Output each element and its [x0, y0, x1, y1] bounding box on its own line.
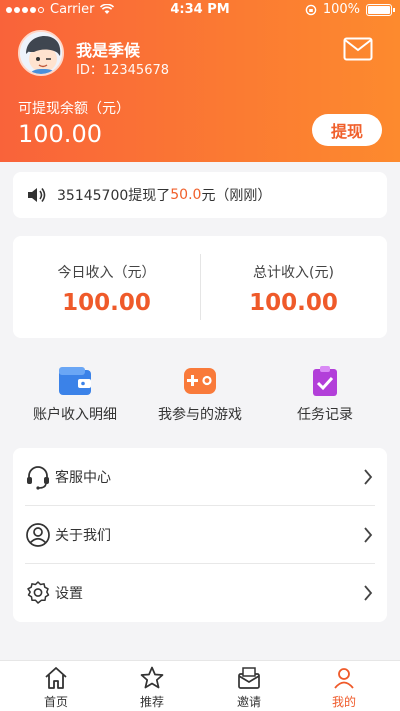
clipboard-check-icon [313, 366, 337, 396]
notice-amount: 50.0 [170, 187, 202, 203]
speaker-icon [28, 188, 46, 202]
chevron-right-icon [364, 585, 373, 601]
chevron-right-icon [364, 469, 373, 485]
withdraw-notice: 35145700提现了 50.0 元（刚刚） [13, 172, 387, 218]
envelope-icon [238, 667, 260, 689]
user-name: 我是季候 [76, 41, 141, 60]
tab-invite[interactable]: 邀请 [199, 665, 299, 710]
status-bar: Carrier 4:34 PM 100% [0, 0, 400, 20]
feature-income-details[interactable]: 账户收入明细 [13, 360, 137, 424]
today-income-value: 100.00 [62, 290, 151, 316]
tab-profile[interactable]: 我的 [294, 665, 394, 710]
profile-header: Carrier 4:34 PM 100% 我是季候 ID：12345678 可提… [0, 0, 400, 162]
notice-prefix: 35145700提现了 [57, 188, 171, 204]
income-card: 今日收入（元） 100.00 总计收入(元) 100.00 [13, 236, 387, 338]
notice-suffix: 元（刚刚） [201, 188, 272, 204]
user-icon [26, 523, 50, 547]
profile-icon [334, 668, 354, 689]
home-icon [45, 667, 67, 689]
tab-home[interactable]: 首页 [6, 665, 106, 710]
avatar[interactable] [18, 30, 64, 76]
balance-label: 可提现余额（元） [18, 101, 130, 117]
feature-label: 账户收入明细 [33, 407, 117, 423]
tab-label: 邀请 [236, 695, 261, 709]
tab-recommend[interactable]: 推荐 [102, 665, 202, 710]
tab-label: 首页 [43, 695, 68, 709]
menu-label: 客服中心 [55, 470, 111, 486]
wallet-icon [59, 367, 91, 395]
gear-icon [27, 581, 50, 604]
tab-bar: 首页 推荐 邀请 我的 [0, 660, 400, 711]
feature-label: 任务记录 [297, 407, 353, 423]
today-income-label: 今日收入（元） [57, 265, 156, 281]
feature-label: 我参与的游戏 [158, 407, 242, 423]
headset-icon [27, 466, 49, 490]
star-icon [140, 666, 164, 689]
tab-label: 我的 [331, 695, 356, 709]
withdraw-button[interactable]: 提现 [312, 114, 382, 146]
battery-icon [366, 3, 395, 16]
user-id: ID：12345678 [76, 63, 170, 78]
total-income-value: 100.00 [249, 290, 338, 316]
settings-menu: 客服中心 关于我们 设置 [13, 448, 387, 622]
feature-my-games[interactable]: 我参与的游戏 [138, 360, 262, 424]
tab-label: 推荐 [139, 695, 164, 709]
menu-label: 关于我们 [55, 528, 111, 544]
menu-label: 设置 [55, 586, 83, 602]
menu-item-settings[interactable]: 设置 [13, 564, 387, 622]
menu-item-customer-service[interactable]: 客服中心 [13, 448, 387, 506]
balance-value: 100.00 [18, 120, 102, 148]
mail-icon[interactable] [343, 37, 373, 61]
rotation-lock-icon [305, 4, 317, 15]
feature-task-records[interactable]: 任务记录 [263, 360, 387, 424]
gamepad-icon [184, 368, 216, 394]
feature-shortcuts: 账户收入明细 我参与的游戏 任务记录 [13, 360, 387, 430]
menu-item-about-us[interactable]: 关于我们 [13, 506, 387, 564]
chevron-right-icon [364, 527, 373, 543]
total-income-label: 总计收入(元) [253, 265, 334, 281]
battery-percent: 100% [322, 2, 360, 17]
